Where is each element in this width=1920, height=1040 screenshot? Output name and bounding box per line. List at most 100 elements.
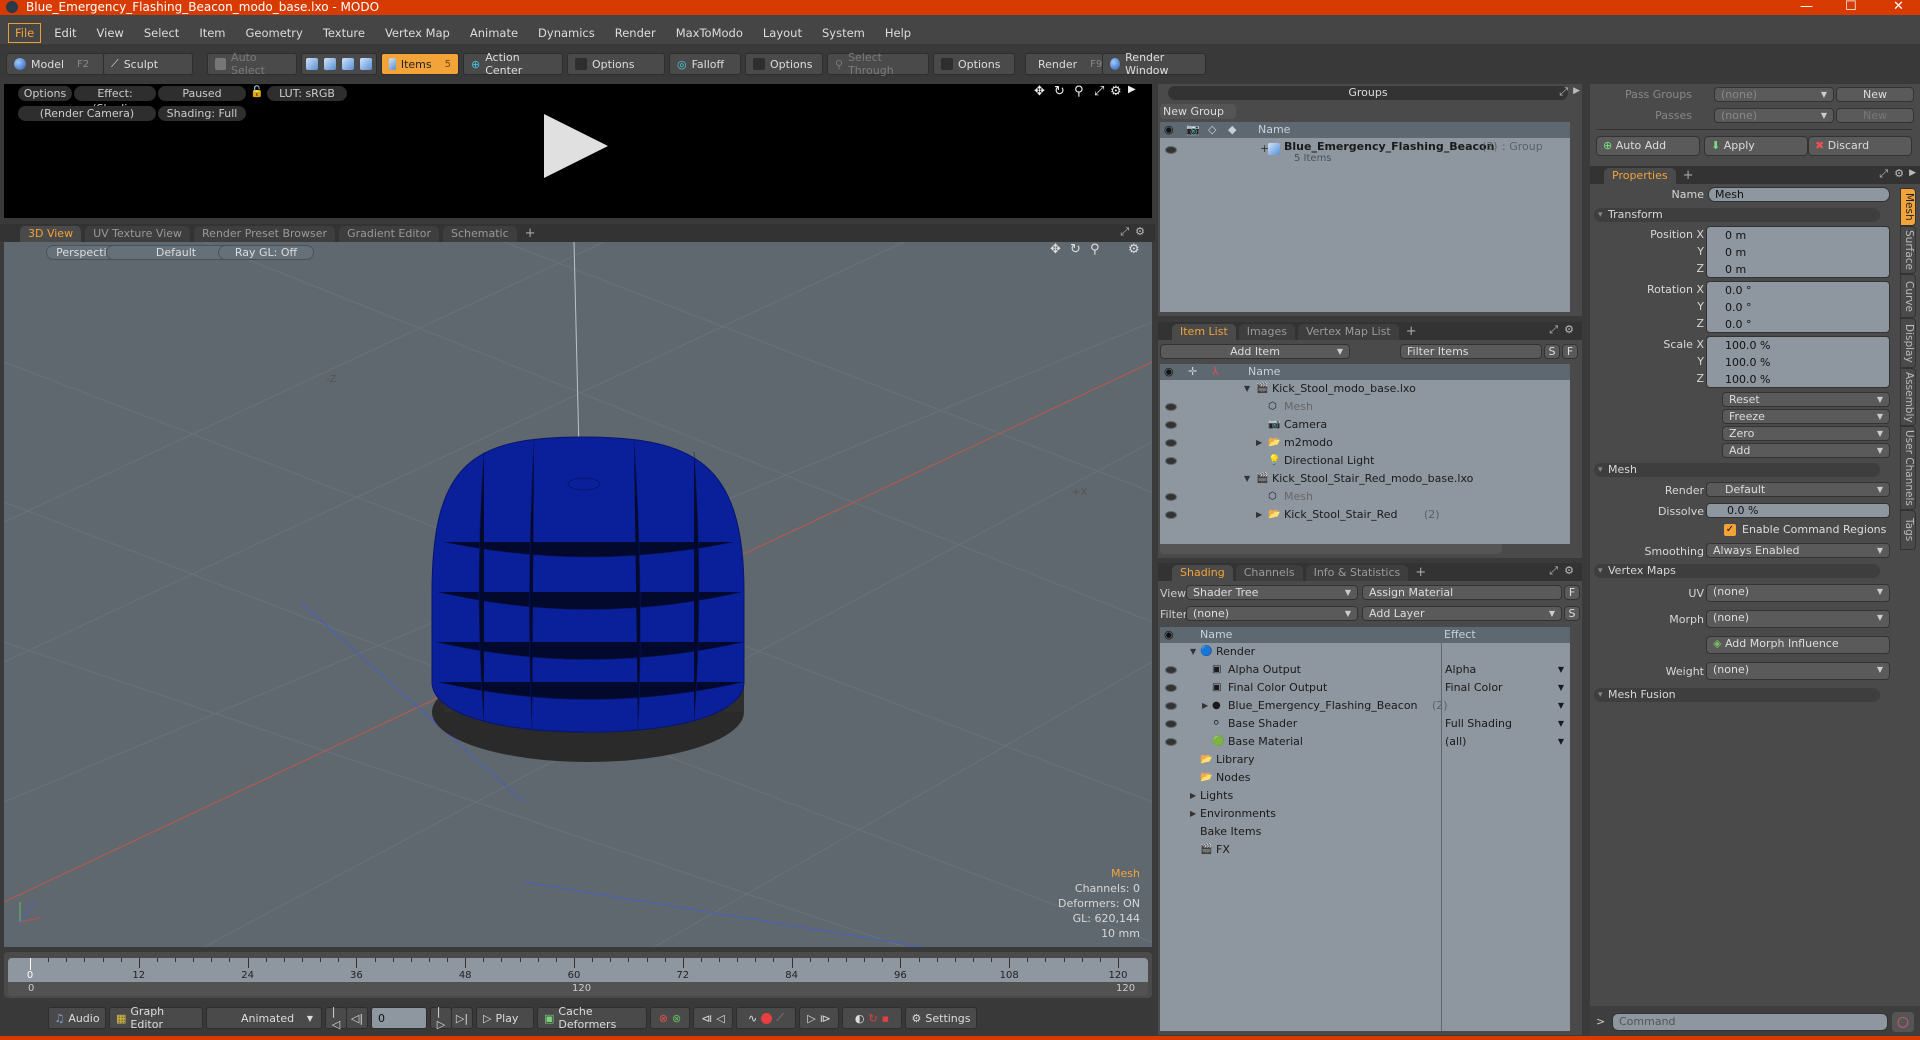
visibility-eye-icon[interactable]: [1165, 511, 1177, 519]
preview-options-button[interactable]: Options: [18, 86, 72, 101]
filter-s-button[interactable]: S: [1544, 344, 1560, 359]
item-row[interactable]: ▼ 🎬 Kick_Stool_Stair_Red_modo_base.lxo: [1160, 470, 1570, 488]
item-row[interactable]: 💡 Directional Light: [1160, 452, 1570, 470]
preview-paused-button[interactable]: Paused: [158, 86, 246, 101]
mesh-fusion-section[interactable]: Mesh Fusion: [1594, 688, 1880, 702]
new-pass-group-button[interactable]: New: [1836, 87, 1914, 102]
collapse-arrow-icon[interactable]: ▼: [1190, 643, 1196, 661]
effect-chevron-down-icon[interactable]: ▼: [1558, 715, 1564, 733]
maximize-icon[interactable]: ⤢: [1549, 323, 1558, 337]
assign-material-button[interactable]: Assign Material: [1362, 585, 1562, 600]
side-tab-user-channels[interactable]: User Channels: [1900, 426, 1916, 510]
materials-mode-icon[interactable]: [360, 58, 372, 70]
timeline-ruler[interactable]: 0 12 24 36 48 60 72 84 96 108 120: [8, 958, 1148, 982]
shader-row[interactable]: ▶ Lights: [1160, 787, 1570, 805]
add-morph-influence-button[interactable]: ◈ Add Morph Influence: [1706, 636, 1890, 654]
scale-x-input[interactable]: 100.0 %: [1725, 337, 1889, 354]
select-through-button[interactable]: ⚲ Select Through: [827, 51, 929, 77]
visibility-eye-icon[interactable]: [1165, 702, 1177, 710]
auto-add-button[interactable]: ⊕ Auto Add: [1596, 136, 1700, 156]
position-z-input[interactable]: 0 m: [1725, 261, 1889, 278]
side-tab-mesh[interactable]: Mesh: [1900, 188, 1916, 226]
graph-editor-button[interactable]: ▦ Graph Editor: [109, 1005, 203, 1031]
menu-edit[interactable]: Edit: [47, 23, 83, 43]
first-frame-button[interactable]: |◁: [325, 1005, 347, 1031]
position-y-input[interactable]: 0 m: [1725, 244, 1889, 261]
move-view-icon[interactable]: ✥: [1034, 84, 1045, 99]
zero-dropdown[interactable]: Zero ▼: [1722, 426, 1890, 441]
tab-item-list[interactable]: Item List: [1172, 324, 1236, 340]
render-window-button[interactable]: Render Window: [1102, 51, 1206, 77]
3d-viewport[interactable]: -Z +X Perspective Default Ray GL: Off ✥ …: [4, 242, 1152, 947]
effect-chevron-down-icon[interactable]: ▼: [1558, 697, 1564, 715]
visibility-eye-icon[interactable]: [1165, 146, 1177, 154]
maximize-icon[interactable]: ⤢: [1120, 225, 1129, 239]
view-dropdown[interactable]: Shader Tree ▼: [1186, 585, 1358, 600]
vertex-maps-section[interactable]: Vertex Maps: [1594, 564, 1880, 578]
shader-row[interactable]: 📂 Library: [1160, 751, 1570, 769]
animated-dropdown[interactable]: Animated ▼: [206, 1007, 322, 1029]
effect-value[interactable]: Alpha: [1445, 661, 1476, 679]
item-row[interactable]: ▶ 📂 m2modo: [1160, 434, 1570, 452]
edges-mode-icon[interactable]: [324, 58, 336, 70]
shading-f-button[interactable]: F: [1564, 585, 1580, 600]
name-input[interactable]: Mesh: [1708, 187, 1890, 202]
shader-row[interactable]: ▣ Final Color Output Final Color ▼: [1160, 679, 1570, 697]
rotation-y-input[interactable]: 0.0 °: [1725, 299, 1889, 316]
previous-frame-button[interactable]: ◁|: [346, 1007, 368, 1029]
expand-arrow-icon[interactable]: ▶: [1202, 697, 1208, 715]
zoom-view-icon[interactable]: ⚲: [1074, 84, 1084, 99]
shader-row[interactable]: ⚪ Base Shader Full Shading ▼: [1160, 715, 1570, 733]
tab-3d-view[interactable]: 3D View: [20, 226, 82, 242]
viewport-settings-gear-icon[interactable]: ⚙: [1128, 242, 1140, 257]
side-tab-assembly[interactable]: Assembly: [1900, 368, 1916, 426]
menu-dynamics[interactable]: Dynamics: [531, 23, 602, 43]
next-key-group[interactable]: ▷ ⧐: [799, 1007, 839, 1029]
current-frame-field[interactable]: 0: [371, 1007, 427, 1029]
shader-row[interactable]: ▼ 🔵 Render: [1160, 643, 1570, 661]
shader-row[interactable]: 📂 Nodes: [1160, 769, 1570, 787]
filter-f-button[interactable]: F: [1562, 344, 1578, 359]
shader-row[interactable]: Bake Items: [1160, 823, 1570, 841]
settings-gear-icon[interactable]: ⚙: [1110, 84, 1122, 99]
settings-gear-icon[interactable]: ⚙: [1135, 225, 1145, 238]
cache-deformers-button[interactable]: ▣ Cache Deformers: [537, 1005, 647, 1031]
render-button[interactable]: Render F9: [1025, 53, 1103, 75]
item-list-scrollbar[interactable]: [1160, 544, 1502, 554]
lut-dropdown[interactable]: LUT: sRGB: [267, 86, 347, 101]
model-mode-button[interactable]: Model F2: [6, 53, 104, 75]
dissolve-input[interactable]: 0.0 %: [1706, 503, 1890, 518]
side-tab-surface[interactable]: Surface: [1900, 226, 1916, 274]
tab-render-preset-browser[interactable]: Render Preset Browser: [194, 226, 336, 242]
menu-geometry[interactable]: Geometry: [239, 23, 310, 43]
smoothing-dropdown[interactable]: Always Enabled ▼: [1706, 543, 1890, 558]
expand-arrow-icon[interactable]: ▶: [1909, 168, 1916, 178]
tab-gradient-editor[interactable]: Gradient Editor: [339, 226, 439, 242]
shading-dropdown[interactable]: Shading: Full: [158, 106, 246, 121]
item-row[interactable]: 📷 Camera: [1160, 416, 1570, 434]
visibility-eye-icon[interactable]: [1165, 403, 1177, 411]
action-center-button[interactable]: ⊕ Action Center: [463, 51, 563, 77]
menu-view[interactable]: View: [90, 23, 131, 43]
tab-images[interactable]: Images: [1238, 324, 1295, 340]
filter-dropdown[interactable]: (none) ▼: [1186, 606, 1358, 621]
shader-row[interactable]: ▶ Environments: [1160, 805, 1570, 823]
menu-animate[interactable]: Animate: [463, 23, 525, 43]
menu-item[interactable]: Item: [192, 23, 232, 43]
mesh-section[interactable]: Mesh: [1594, 463, 1880, 477]
command-input[interactable]: Command: [1612, 1013, 1888, 1031]
settings-gear-icon[interactable]: ⚙: [1894, 167, 1904, 180]
menu-system[interactable]: System: [815, 23, 872, 43]
visibility-eye-icon[interactable]: [1165, 421, 1177, 429]
side-tab-curve[interactable]: Curve: [1900, 274, 1916, 318]
close-button[interactable]: ✕: [1893, 0, 1904, 14]
add-item-dropdown[interactable]: Add Item ▼: [1160, 344, 1350, 359]
visibility-eye-icon[interactable]: [1165, 666, 1177, 674]
transform-section[interactable]: Transform: [1594, 208, 1880, 222]
falloff-options-button[interactable]: Options: [745, 53, 823, 75]
passes-dropdown[interactable]: (none) ▼: [1714, 108, 1834, 123]
rotate-view-icon[interactable]: ↻: [1054, 84, 1065, 99]
play-render-icon[interactable]: [544, 114, 608, 178]
side-tab-tags[interactable]: Tags: [1900, 510, 1916, 550]
command-history-button[interactable]: ○: [1892, 1012, 1914, 1032]
